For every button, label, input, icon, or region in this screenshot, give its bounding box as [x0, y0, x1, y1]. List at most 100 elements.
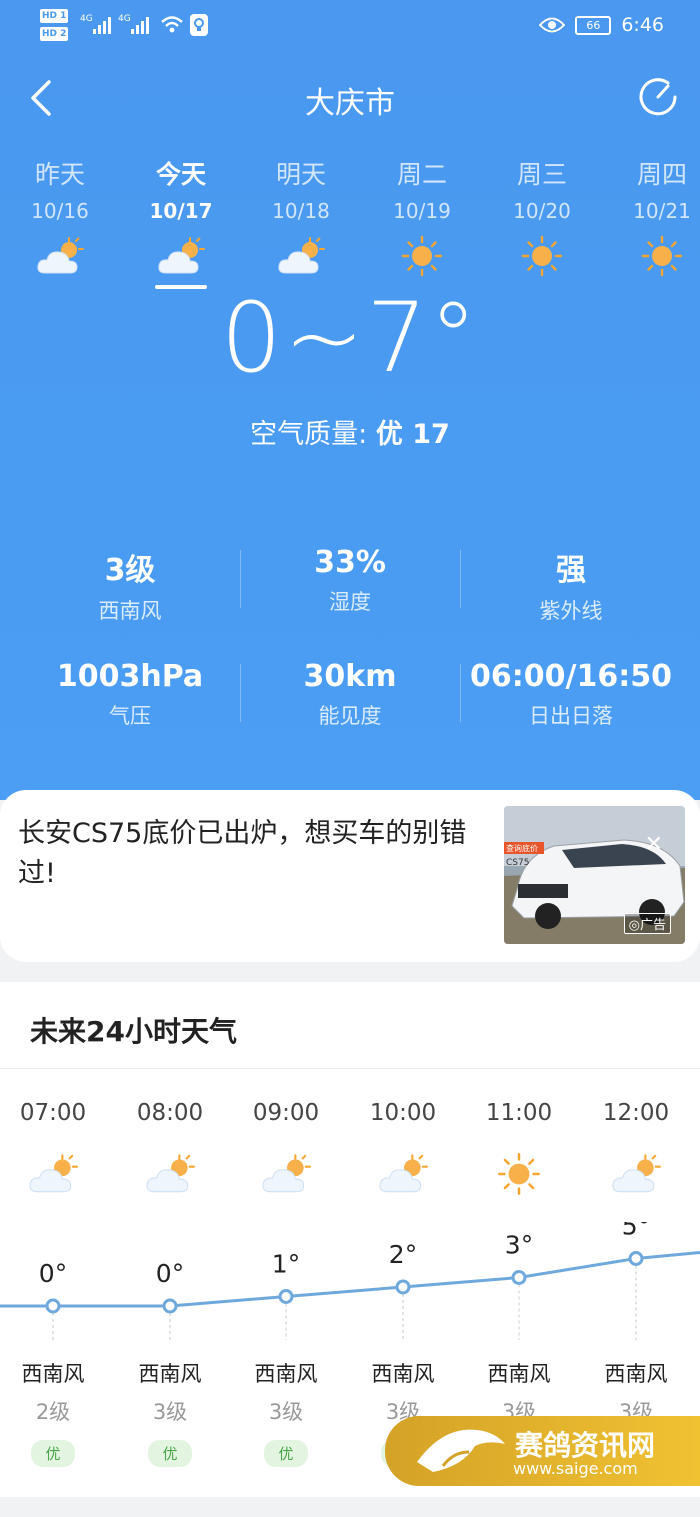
- air-quality-value: 优 17: [375, 419, 450, 450]
- wind-grade: 3级: [152, 1400, 188, 1424]
- air-quality-label: 空气质量:: [250, 419, 368, 450]
- ad-banner[interactable]: 长安CS75底价已出炉，想买车的别错过! 查询底价 CS75 ✕ ◎广告: [0, 790, 700, 962]
- stat-visibility: 30km 能见度: [230, 659, 470, 730]
- partly-cloudy-icon: [610, 1152, 662, 1196]
- wifi-icon: [161, 16, 183, 33]
- ad-text[interactable]: 长安CS75底价已出炉，想买车的别错过!: [18, 814, 488, 894]
- divider: [240, 550, 241, 608]
- temperature-label: 0°: [156, 1259, 184, 1288]
- ad-car-image[interactable]: 查询底价 CS75 ✕ ◎广告: [504, 806, 685, 944]
- hour-wind: 西南风 3级 优: [231, 1358, 341, 1467]
- stat-wind: 3级 西南风: [10, 545, 250, 625]
- pigeon-logo-icon: [417, 1429, 505, 1472]
- stat-value: 强: [556, 553, 586, 588]
- temperature-point: [278, 1289, 294, 1304]
- stat-value: 33%: [314, 545, 386, 580]
- signal2-icon: [131, 16, 151, 34]
- temperature-line: [0, 1251, 700, 1308]
- hour-wind: 西南风 3级 优: [115, 1358, 225, 1467]
- stat-label: 能见度: [318, 704, 382, 728]
- partly-cloudy-icon: [377, 1152, 429, 1196]
- divider: [460, 664, 461, 722]
- divider: [460, 550, 461, 608]
- wind-direction: 西南风: [21, 1362, 85, 1386]
- sunny-icon: [493, 1152, 545, 1196]
- aqi-badge: 优: [148, 1440, 192, 1467]
- sunny-icon: [637, 235, 687, 277]
- stat-uv: 强 紫外线: [451, 545, 691, 625]
- close-icon[interactable]: ✕: [645, 832, 663, 857]
- signal1-icon: [93, 16, 113, 34]
- stat-label: 日出日落: [529, 704, 613, 728]
- temperature-label: 3°: [505, 1231, 533, 1260]
- divider: [0, 1068, 700, 1069]
- wind-direction: 西南风: [487, 1362, 551, 1386]
- day-tab-thursday[interactable]: 周四 10/21: [607, 155, 700, 277]
- hour-column: 07:00: [0, 1100, 108, 1196]
- wind-direction: 西南风: [604, 1362, 668, 1386]
- bulb-icon: [190, 14, 208, 36]
- temperature-label: 0°: [39, 1259, 67, 1288]
- divider: [240, 664, 241, 722]
- partly-cloudy-icon: [260, 1152, 312, 1196]
- stat-value: 1003hPa: [56, 659, 204, 694]
- day-date: 10/19: [393, 199, 451, 223]
- refresh-icon[interactable]: [638, 77, 678, 117]
- partly-cloudy-icon: [276, 235, 326, 277]
- temperature-label: 2°: [389, 1240, 417, 1269]
- stat-sunrise-sunset: 06:00/16:50 日出日落: [451, 659, 691, 730]
- day-name: 今天: [155, 160, 206, 189]
- day-name: 周三: [516, 160, 567, 189]
- site-watermark: 赛鸽资讯网 www.saige.com: [385, 1416, 700, 1486]
- day-tab-today[interactable]: 今天 10/17: [126, 155, 236, 289]
- wind-grade: 2级: [35, 1400, 71, 1424]
- partly-cloudy-icon: [144, 1152, 196, 1196]
- hour-column: 08:00: [115, 1100, 225, 1196]
- hour-time: 11:00: [485, 1100, 553, 1126]
- watermark-title: 赛鸽资讯网: [515, 1429, 656, 1462]
- day-tab-yesterday[interactable]: 昨天 10/16: [5, 155, 115, 277]
- wind-direction: 西南风: [254, 1362, 318, 1386]
- sunny-icon: [517, 235, 567, 277]
- partly-cloudy-icon: [27, 1152, 79, 1196]
- hour-time: 10:00: [369, 1100, 437, 1126]
- hour-wind: 西南风 2级 优: [0, 1358, 108, 1467]
- ad-img-model: CS75: [506, 858, 529, 868]
- day-tab-tuesday[interactable]: 周二 10/19: [367, 155, 477, 277]
- air-quality[interactable]: 空气质量: 优 17: [0, 412, 700, 451]
- day-tab-wednesday[interactable]: 周三 10/20: [487, 155, 597, 277]
- wind-direction: 西南风: [371, 1362, 435, 1386]
- stat-value: 06:00/16:50: [470, 659, 672, 694]
- day-date: 10/18: [272, 199, 330, 223]
- day-name: 周四: [636, 160, 687, 189]
- temperature-point: [511, 1270, 527, 1285]
- stat-label: 紫外线: [539, 599, 603, 623]
- ad-img-caption: 查询底价: [506, 843, 538, 853]
- weather-hero: HD 1 HD 2 4G 4G 66 6:46 大庆市 昨天 10/16 今天 …: [0, 0, 700, 800]
- hd1-badge: HD 1: [40, 9, 69, 23]
- battery-indicator: 66: [575, 15, 612, 35]
- status-right: 66 6:46: [539, 14, 664, 36]
- temperature-label: 1°: [272, 1250, 300, 1279]
- stat-value: 30km: [303, 659, 397, 694]
- hour-time: 09:00: [252, 1100, 320, 1126]
- day-tab-tomorrow[interactable]: 明天 10/18: [246, 155, 356, 277]
- day-name: 明天: [275, 160, 326, 189]
- wind-direction: 西南风: [138, 1362, 202, 1386]
- network2-label: 4G: [118, 14, 131, 24]
- forecast-title: 未来24小时天气: [30, 1015, 237, 1048]
- partly-cloudy-icon: [156, 235, 206, 277]
- hour-time: 12:00: [602, 1100, 670, 1126]
- watermark-url: www.saige.com: [513, 1459, 638, 1478]
- aqi-badge: 优: [264, 1440, 308, 1467]
- temperature-curve: 0° 0° 1° 2° 3° 5°: [0, 1222, 700, 1340]
- day-date: 10/17: [149, 199, 213, 223]
- hour-time: 07:00: [19, 1100, 87, 1126]
- stat-label: 气压: [109, 704, 151, 728]
- temperature-point: [162, 1298, 178, 1314]
- temperature-range: 0~7°: [220, 282, 480, 394]
- ad-label: ◎广告: [623, 913, 671, 934]
- city-title: 大庆市: [305, 86, 395, 121]
- temperature-point: [395, 1279, 411, 1295]
- temperature-point: [628, 1251, 644, 1266]
